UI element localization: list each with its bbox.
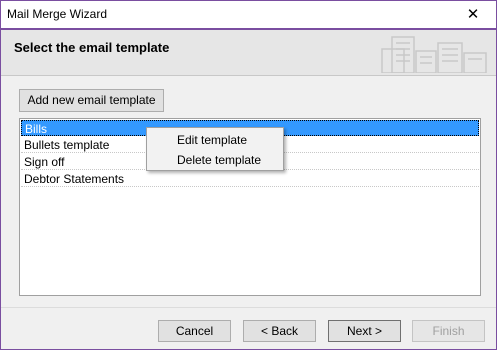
next-button[interactable]: Next > <box>328 320 401 342</box>
back-button[interactable]: < Back <box>243 320 316 342</box>
add-email-template-button[interactable]: Add new email template <box>19 89 164 112</box>
page-title: Select the email template <box>14 40 170 55</box>
mail-merge-wizard-window: Mail Merge Wizard ✕ Select the email tem… <box>0 0 497 350</box>
delete-template-menu-item[interactable]: Delete template <box>147 150 283 170</box>
cancel-button[interactable]: Cancel <box>158 320 231 342</box>
close-icon[interactable]: ✕ <box>450 1 496 28</box>
footer-divider <box>1 307 496 308</box>
edit-template-menu-item[interactable]: Edit template <box>147 130 283 150</box>
window-title: Mail Merge Wizard <box>7 7 108 21</box>
context-menu: Edit template Delete template <box>146 127 284 171</box>
finish-button[interactable]: Finish <box>412 320 485 342</box>
title-bar: Mail Merge Wizard ✕ <box>1 1 496 28</box>
wizard-header: Select the email template <box>1 30 496 76</box>
buildings-icon <box>381 36 487 73</box>
list-item-debtor-statements[interactable]: Debtor Statements <box>21 171 479 187</box>
